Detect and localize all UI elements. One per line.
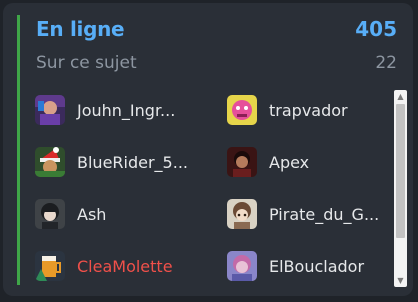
online-accent-bar: [17, 15, 20, 285]
user-item[interactable]: trapvador: [227, 93, 348, 127]
topic-count: 22: [375, 53, 397, 73]
scroll-up-icon[interactable]: ▲: [394, 90, 407, 103]
avatar-christmas-icon: [35, 147, 65, 177]
user-item[interactable]: Ash: [35, 197, 106, 231]
scroll-down-icon[interactable]: ▼: [394, 274, 407, 287]
avatar-anime-character-icon: [227, 199, 257, 229]
online-count: 405: [355, 17, 397, 41]
avatar-dark-portrait-icon: [227, 147, 257, 177]
user-name: Apex: [269, 152, 310, 172]
scrollbar-thumb[interactable]: [396, 104, 405, 238]
user-name: ElBouclador: [269, 256, 365, 276]
user-item[interactable]: Pirate_du_G...: [227, 197, 379, 231]
avatar-portrait-icon: [35, 95, 65, 125]
avatar-dark-hair-anime-icon: [35, 199, 65, 229]
panel-subtitle: Sur ce sujet: [36, 53, 137, 73]
user-name: trapvador: [269, 100, 348, 120]
avatar-pink-character-icon: [227, 95, 257, 125]
user-item[interactable]: ElBouclador: [227, 249, 364, 283]
user-name: Jouhn_Ingr...: [77, 100, 176, 120]
online-panel: En ligne 405 Sur ce sujet 22 Jouhn_Ingr.…: [3, 3, 413, 296]
user-name: CleaMolette: [77, 256, 173, 276]
user-name: Ash: [77, 204, 107, 224]
user-name: Pirate_du_G...: [269, 204, 380, 224]
panel-title: En ligne: [36, 17, 125, 41]
user-item[interactable]: Jouhn_Ingr...: [35, 93, 175, 127]
user-name: BlueRider_5...: [77, 152, 188, 172]
avatar-purple-portrait-icon: [227, 251, 257, 281]
user-item[interactable]: CleaMolette: [35, 249, 173, 283]
user-list-scrollbar[interactable]: ▲ ▼: [394, 90, 407, 287]
online-user-list: Jouhn_Ingr... trapvador BlueRider_5... A…: [31, 87, 391, 292]
user-item[interactable]: Apex: [227, 145, 309, 179]
avatar-beer-icon: [35, 251, 65, 281]
user-item[interactable]: BlueRider_5...: [35, 145, 188, 179]
